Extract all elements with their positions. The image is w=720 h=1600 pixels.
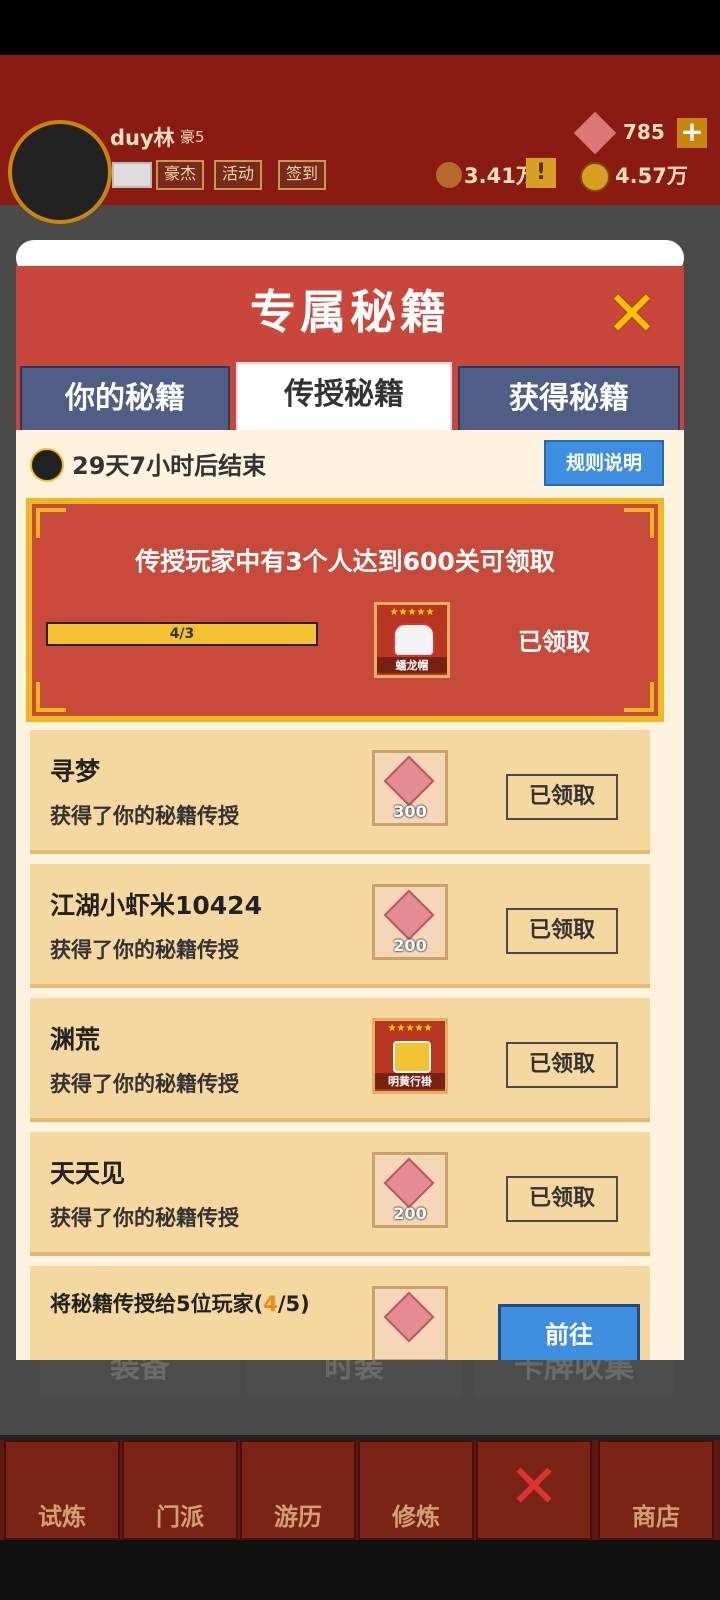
- reward-stars: ★★★★★: [389, 607, 435, 618]
- heroes-button[interactable]: 豪杰: [156, 160, 205, 190]
- corner-ornament: [624, 508, 654, 538]
- avatar[interactable]: [8, 120, 112, 224]
- gem-icon: [383, 1157, 435, 1209]
- corner-ornament: [36, 682, 66, 712]
- corner-ornament: [36, 508, 66, 538]
- teach-panel: 29天7小时后结束 规则说明 传授玩家中有3个人达到600关可领取 4/3 ★★…: [16, 430, 684, 1360]
- reward-name: 明黄行褂: [375, 1073, 445, 1089]
- nav-cultivate[interactable]: 修炼: [358, 1440, 474, 1540]
- row-description: 获得了你的秘籍传授: [50, 804, 239, 828]
- teach-text-suffix: ): [300, 1292, 310, 1316]
- reward-count: 200: [393, 1204, 427, 1223]
- nav-travel[interactable]: 游历: [240, 1440, 356, 1540]
- copper-coin-icon: [436, 162, 462, 188]
- nav-shop-label: 商店: [632, 1503, 680, 1531]
- tab-bar: 你的秘籍 传授秘籍 获得秘籍: [16, 362, 684, 434]
- mail-icon[interactable]: [112, 162, 152, 188]
- teach-total: 5: [285, 1292, 301, 1316]
- nav-sect-label: 门派: [156, 1503, 204, 1531]
- player-name: 渊荒: [50, 1025, 101, 1054]
- nav-sect[interactable]: 门派: [122, 1440, 238, 1540]
- system-nav-bar: [0, 1540, 720, 1600]
- nav-travel-label: 游历: [274, 1503, 322, 1531]
- player-name: 江湖小虾米10424: [50, 891, 262, 920]
- claimed-button[interactable]: 已领取: [506, 1176, 618, 1222]
- nav-cultivate-label: 修炼: [392, 1503, 440, 1531]
- dialog-title: 专属秘籍: [250, 285, 450, 339]
- list-item: 寻梦 获得了你的秘籍传授 300 已领取: [30, 730, 650, 854]
- list-item: 将秘籍传授给5位玩家(4/5) 前往: [30, 1266, 650, 1360]
- teach-goal-text: 将秘籍传授给5位玩家(4/5): [50, 1288, 310, 1318]
- goal-claimed-status: 已领取: [518, 628, 590, 656]
- reward-name: 蟠龙帽: [377, 657, 447, 673]
- teach-sep: /: [277, 1292, 286, 1316]
- countdown-text: 29天7小时后结束: [72, 452, 267, 480]
- reward-gem[interactable]: 200: [372, 884, 448, 960]
- gold-coin-icon: [580, 162, 610, 192]
- nav-trial[interactable]: 试炼: [4, 1440, 120, 1540]
- tab-your-secrets[interactable]: 你的秘籍: [20, 366, 230, 434]
- vip-badge: 豪5: [180, 128, 205, 146]
- corner-ornament: [624, 682, 654, 712]
- reward-gem[interactable]: 200: [372, 1152, 448, 1228]
- tab-obtained-secrets[interactable]: 获得秘籍: [458, 366, 680, 434]
- progress-label: 4/3: [169, 626, 195, 642]
- username: duy林: [110, 126, 175, 150]
- list-item: 天天见 获得了你的秘籍传授 200 已领取: [30, 1132, 650, 1256]
- gem-icon: [383, 889, 435, 941]
- status-bar: [0, 0, 720, 55]
- gem-icon: [383, 1291, 435, 1343]
- reward-yellow-jacket[interactable]: ★★★★★ 明黄行褂: [372, 1018, 448, 1094]
- reward-count: 300: [393, 802, 427, 821]
- nav-trial-label: 试炼: [38, 1503, 86, 1531]
- close-icon[interactable]: ✕: [602, 283, 662, 345]
- clock-icon: [30, 448, 64, 482]
- row-description: 获得了你的秘籍传授: [50, 1072, 239, 1096]
- bottom-nav: 试炼 门派 游历 修炼 ✕ 商店: [0, 1440, 720, 1540]
- reward-gem[interactable]: 300: [372, 750, 448, 826]
- teach-current: 4: [263, 1292, 278, 1316]
- tab-teach-secrets[interactable]: 传授秘籍: [236, 362, 452, 434]
- currency2-value: 4.57万: [615, 164, 688, 188]
- claimed-button[interactable]: 已领取: [506, 908, 618, 954]
- dragon-hat-icon: [393, 623, 435, 657]
- list-item: 江湖小虾米10424 获得了你的秘籍传授 200 已领取: [30, 864, 650, 988]
- reward-stars: ★★★★★: [387, 1023, 433, 1034]
- gem-icon: [383, 755, 435, 807]
- row-description: 获得了你的秘籍传授: [50, 938, 239, 962]
- list-item: 渊荒 获得了你的秘籍传授 ★★★★★ 明黄行褂 已领取: [30, 998, 650, 1122]
- reward-dragon-hat[interactable]: ★★★★★ 蟠龙帽: [374, 602, 450, 678]
- add-gems-button[interactable]: +: [677, 118, 707, 148]
- claimed-button[interactable]: 已领取: [506, 1042, 618, 1088]
- player-name: 寻梦: [50, 757, 101, 786]
- goal-box: 传授玩家中有3个人达到600关可领取 4/3 ★★★★★ 蟠龙帽 已领取: [26, 498, 664, 722]
- claimed-button[interactable]: 已领取: [506, 774, 618, 820]
- nav-close-icon[interactable]: ✕: [476, 1440, 592, 1540]
- jacket-icon: [393, 1041, 431, 1073]
- row-description: 获得了你的秘籍传授: [50, 1206, 239, 1230]
- teach-text-prefix: 将秘籍传授给5位玩家(: [50, 1292, 264, 1316]
- gem-count: 785: [623, 120, 665, 144]
- checkin-button[interactable]: 签到: [278, 160, 327, 190]
- warning-icon[interactable]: !: [526, 158, 556, 188]
- goal-progress-bar: 4/3: [46, 622, 318, 646]
- reward-gem[interactable]: [372, 1286, 448, 1360]
- rules-button[interactable]: 规则说明: [544, 440, 664, 486]
- goto-button[interactable]: 前往: [498, 1304, 640, 1360]
- player-name: 天天见: [50, 1159, 126, 1188]
- goal-description: 传授玩家中有3个人达到600关可领取: [135, 547, 555, 576]
- reward-count: 200: [393, 936, 427, 955]
- activity-button[interactable]: 活动: [214, 160, 263, 190]
- exclusive-secrets-dialog: 专属秘籍 ✕ 你的秘籍 传授秘籍 获得秘籍 29天7小时后结束 规则说明 传授玩…: [16, 240, 684, 1360]
- nav-shop[interactable]: 商店: [598, 1440, 714, 1540]
